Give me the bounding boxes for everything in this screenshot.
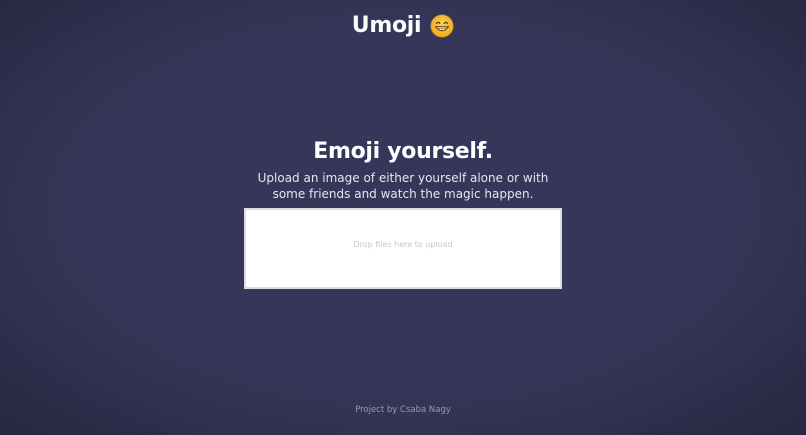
hero-section: Emoji yourself. Upload an image of eithe… — [0, 137, 806, 202]
site-header: Umoji — [0, 8, 806, 42]
brand-title: Umoji — [351, 12, 422, 38]
grinning-face-icon — [430, 14, 454, 38]
upload-dropzone[interactable]: Drop files here to upload — [244, 208, 562, 289]
footer-credit: Project by Csaba Nagy — [355, 405, 451, 415]
app-root: Umoji Emoji yourself. Upload an image of… — [0, 0, 806, 435]
hero-subtitle: Upload an image of either yourself alone… — [257, 171, 549, 201]
hero-title: Emoji yourself. — [313, 139, 493, 164]
dropzone-prompt: Drop files here to upload — [353, 240, 453, 249]
